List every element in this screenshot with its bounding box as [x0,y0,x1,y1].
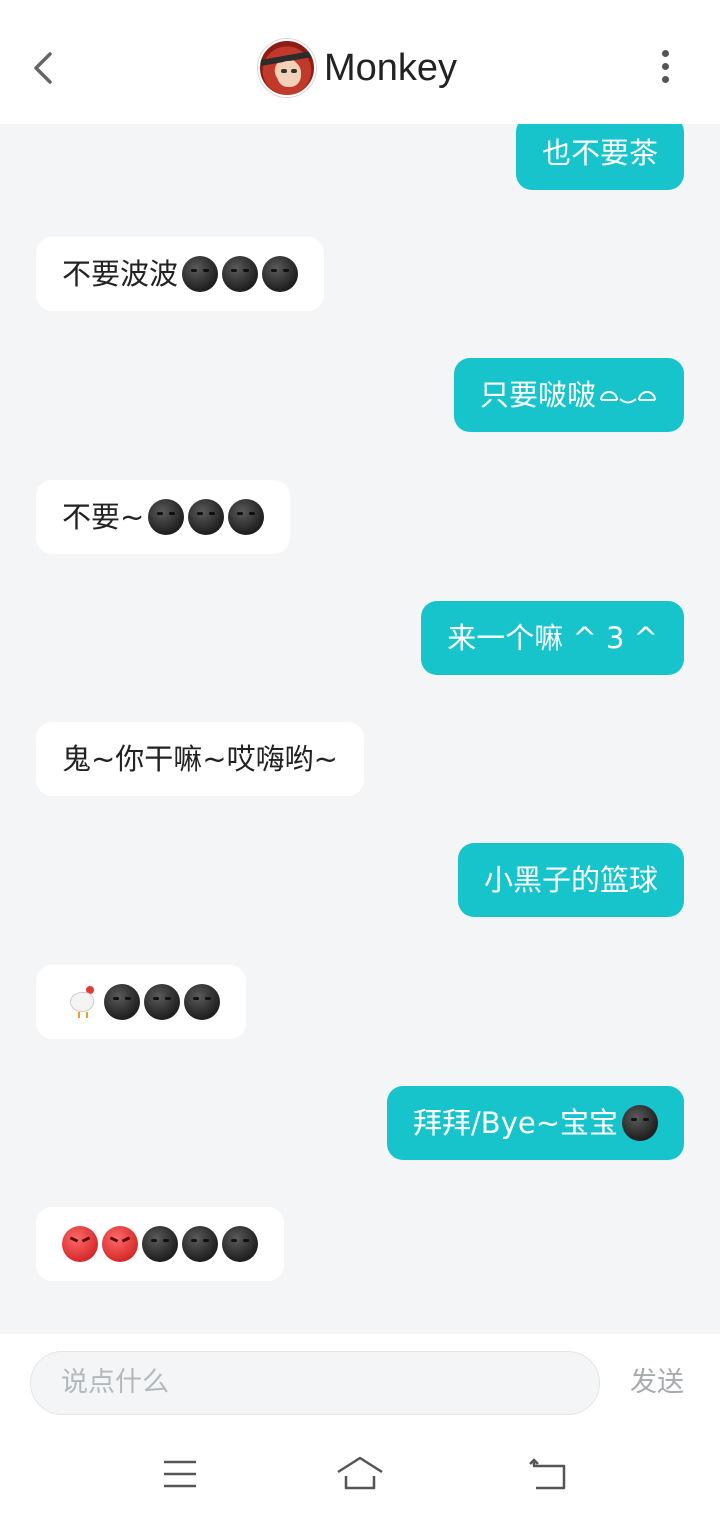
dark-moon-face-icon [148,499,185,535]
dark-moon-face-icon [228,499,265,535]
contact-name: Monkey [324,46,458,89]
dark-moon-face-icon [184,984,220,1020]
outgoing-message[interactable]: 小黑子的篮球 [457,843,684,917]
avatar[interactable] [258,39,316,97]
back-icon [529,1458,566,1490]
dark-moon-face-icon [262,256,299,292]
dark-moon-face-icon [222,1226,258,1262]
incoming-message[interactable] [36,1207,284,1281]
home-button[interactable] [334,1454,386,1494]
chevron-left-icon [34,52,52,84]
incoming-message[interactable]: 不要波波 [36,237,325,311]
angry-face-icon [102,1226,138,1262]
message-text: 不要波波 [62,257,179,291]
dark-moon-face-icon [182,256,219,292]
dark-moon-face-icon [104,984,140,1020]
message-text: 不要~ [62,500,145,534]
message-text: 小黑子的篮球 [483,863,658,897]
back-nav-button[interactable] [526,1454,570,1494]
message-text: 也不要茶 [541,136,658,170]
outgoing-message[interactable]: 只要啵啵 [453,358,684,432]
angry-face-icon [62,1226,98,1262]
outgoing-message[interactable]: 也不要茶 [515,124,684,190]
menu-button[interactable] [158,1454,202,1494]
dark-moon-face-icon [188,499,225,535]
send-button[interactable]: 发送 [630,1351,684,1415]
kaomoji-smile [600,391,656,404]
chat-header: Monkey [0,0,720,124]
back-button[interactable] [28,48,60,88]
incoming-message[interactable]: 鬼~你干嘛~哎嗨哟~ [36,722,364,796]
incoming-message[interactable]: 不要~ [36,480,291,554]
system-nav-bar [0,1434,720,1515]
chicken-icon [66,984,100,1020]
dark-moon-face-icon [142,1226,178,1262]
message-list[interactable]: 也不要茶 不要波波 只要啵啵 不要~ 来一个嘛 ^ 3 ^ 鬼~你干嘛~哎嗨哟~… [0,124,720,1334]
message-text: 拜拜/Bye~宝宝 [413,1106,618,1140]
dark-moon-face-icon [182,1226,218,1262]
menu-icon [164,1460,196,1488]
more-options-button[interactable] [652,50,678,84]
incoming-message[interactable] [36,965,246,1039]
contact-info[interactable]: Monkey [258,38,457,98]
dark-moon-face-icon [144,984,180,1020]
message-text: 只要啵啵 [479,378,596,412]
home-icon [337,1456,383,1490]
outgoing-message[interactable]: 拜拜/Bye~宝宝 [387,1086,684,1160]
message-text: 来一个嘛 ^ 3 ^ [447,621,658,655]
outgoing-message[interactable]: 来一个嘛 ^ 3 ^ [421,601,684,675]
dark-moon-face-icon [622,1105,658,1141]
message-input[interactable]: 说点什么 [30,1351,600,1415]
dark-moon-face-icon [222,256,259,292]
composer-bar: 说点什么 发送 [0,1334,720,1434]
vertical-dots-icon [661,50,669,57]
message-text: 鬼~你干嘛~哎嗨哟~ [62,742,338,776]
